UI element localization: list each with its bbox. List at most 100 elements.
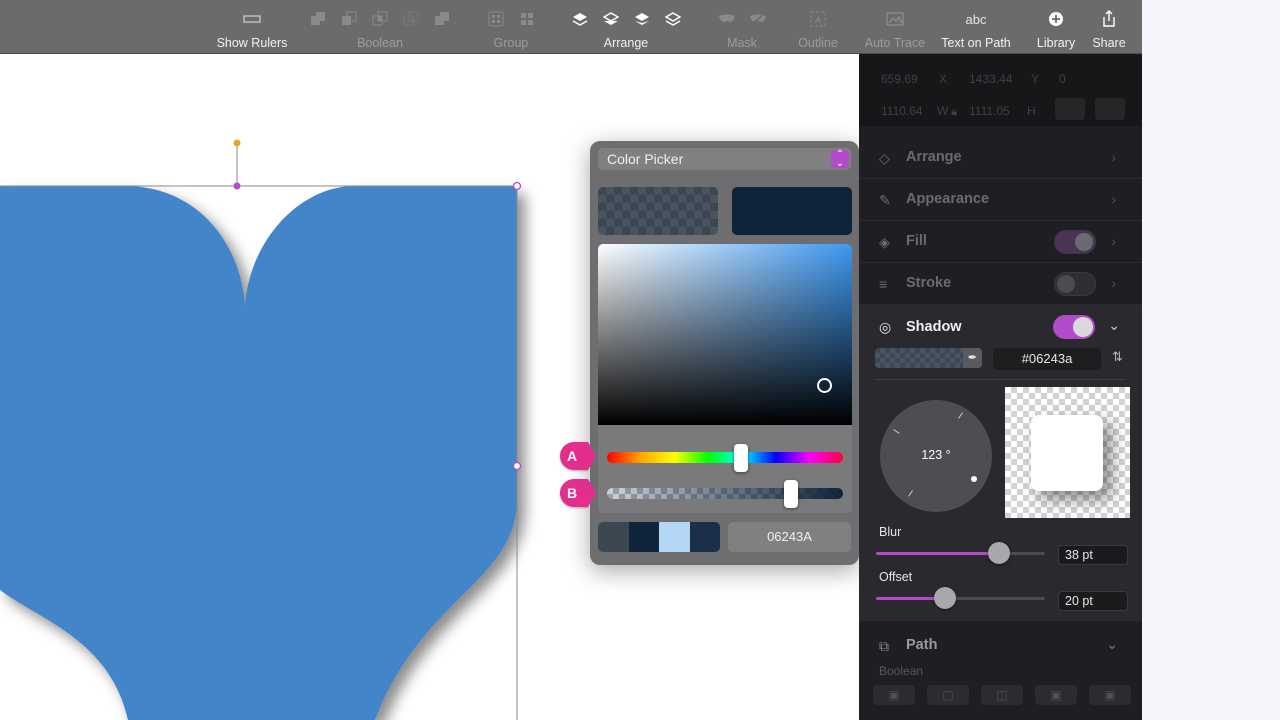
section-path[interactable]: ⧉ Path ⌄	[859, 628, 1142, 668]
handle-right-mid[interactable]	[512, 461, 522, 471]
text-on-path-icon: abc	[965, 11, 987, 27]
share-button[interactable]: Share	[1088, 0, 1130, 54]
recent-colors	[598, 522, 720, 552]
window-background-strip	[1142, 0, 1280, 720]
eyedropper-icon[interactable]: ✒	[963, 348, 982, 368]
mask-icon[interactable]	[718, 10, 736, 28]
outline-button[interactable]: A Outline	[790, 0, 846, 54]
recent-color-1[interactable]	[598, 522, 629, 552]
section-appearance[interactable]: ✎ Appearance ›	[859, 179, 1142, 221]
lock-icon[interactable]: 🔒︎	[951, 104, 957, 119]
recent-color-2[interactable]	[628, 522, 659, 552]
picker-mode-select[interactable]: Color Picker ⌃ ⌄	[598, 148, 851, 170]
show-rulers-button[interactable]: Show Rulers	[212, 0, 292, 54]
diamond-icon: ◇	[879, 150, 890, 166]
saturation-brightness-area[interactable]	[598, 244, 852, 425]
recent-color-3[interactable]	[659, 522, 690, 552]
union-icon[interactable]	[309, 10, 327, 28]
recent-color-4[interactable]	[689, 522, 720, 552]
boolean-group: Boolean	[300, 0, 460, 54]
outline-label: Outline	[798, 36, 838, 50]
w-value[interactable]: 1110.64	[881, 104, 923, 118]
color-picker-popover: Color Picker ⌃ ⌄ 06243A	[590, 141, 859, 565]
fill-toggle[interactable]	[1054, 230, 1096, 254]
slider-callout-b: B	[560, 479, 596, 507]
exclude-icon[interactable]	[402, 10, 420, 28]
path-divide-button[interactable]: ▣	[1089, 685, 1131, 705]
auto-trace-icon	[886, 10, 904, 28]
blur-slider-thumb[interactable]	[988, 542, 1011, 564]
text-on-path-button[interactable]: abc Text on Path	[936, 0, 1016, 54]
shadow-section: ◎ Shadow ⌄ ✒ #06243a ⇅ 123 ° Blur 38 pt …	[859, 305, 1142, 621]
rotation-handle[interactable]	[233, 139, 241, 147]
opacity-slider[interactable]	[607, 488, 843, 499]
library-button[interactable]: Library	[1030, 0, 1082, 54]
angle-dial-knob[interactable]	[971, 476, 977, 482]
boolean-label: Boolean	[357, 36, 403, 50]
offset-slider[interactable]	[876, 587, 1045, 609]
divide-icon[interactable]	[433, 10, 451, 28]
flip-horizontal-icon[interactable]	[1055, 98, 1085, 120]
bring-to-front-icon[interactable]	[571, 10, 589, 28]
path-title: Path	[906, 637, 938, 653]
swap-icon[interactable]: ⇅	[1112, 349, 1123, 365]
offset-field[interactable]: 20 pt	[1058, 591, 1128, 611]
y-label: Y	[1031, 72, 1040, 86]
ungroup-icon[interactable]	[518, 10, 536, 28]
intersect-icon[interactable]	[371, 10, 389, 28]
h-value[interactable]: 1111.05	[969, 104, 1010, 118]
picker-hex-field[interactable]: 06243A	[728, 522, 851, 552]
mask-group: Mask	[706, 0, 778, 54]
blur-field[interactable]: 38 pt	[1058, 545, 1128, 565]
hue-slider[interactable]	[607, 452, 843, 463]
section-stroke[interactable]: ≡ Stroke ›	[859, 263, 1142, 305]
handle-top-right[interactable]	[512, 181, 522, 191]
picker-mode-label: Color Picker	[607, 151, 684, 167]
opacity-slider-thumb[interactable]	[784, 480, 798, 508]
send-to-back-icon[interactable]	[664, 10, 682, 28]
section-fill[interactable]: ◈ Fill ›	[859, 221, 1142, 263]
path-intersect-button[interactable]: ◫	[981, 685, 1023, 705]
offset-slider-thumb[interactable]	[934, 587, 957, 609]
offset-label: Offset	[879, 570, 913, 584]
blue-shape[interactable]	[0, 186, 517, 720]
rotation-value[interactable]: 0	[1059, 72, 1066, 86]
shadow-header[interactable]: ◎ Shadow ⌄	[859, 305, 1142, 349]
shadow-hex-field[interactable]: #06243a	[993, 348, 1101, 370]
bring-forward-icon[interactable]	[602, 10, 620, 28]
auto-trace-button[interactable]: Auto Trace	[860, 0, 930, 54]
send-backward-icon[interactable]	[633, 10, 651, 28]
share-icon	[1100, 10, 1118, 28]
stroke-toggle[interactable]	[1054, 272, 1096, 296]
handle-top-mid[interactable]	[233, 182, 241, 190]
unmask-icon[interactable]	[749, 10, 767, 28]
svg-text:A: A	[815, 15, 821, 25]
hue-slider-thumb[interactable]	[734, 444, 748, 472]
library-label: Library	[1036, 36, 1076, 50]
color-target-handle[interactable]	[817, 378, 832, 393]
chevron-right-icon: ›	[1111, 191, 1116, 207]
path-subtract-button[interactable]: ▢	[927, 685, 969, 705]
path-exclude-button[interactable]: ▣	[1035, 685, 1077, 705]
shadow-toggle[interactable]	[1053, 315, 1095, 339]
subtract-icon[interactable]	[340, 10, 358, 28]
x-value[interactable]: 659.69	[881, 72, 918, 86]
path-icon: ⧉	[879, 638, 889, 654]
shadow-icon: ◎	[879, 319, 892, 335]
y-value[interactable]: 1433.44	[969, 72, 1012, 86]
section-arrange[interactable]: ◇ Arrange ›	[859, 137, 1142, 179]
h-label: H	[1027, 104, 1036, 118]
lines-icon: ≡	[879, 276, 888, 292]
group-icon[interactable]	[487, 10, 505, 28]
blur-label: Blur	[879, 525, 902, 539]
path-boolean-buttons: ▣ ▢ ◫ ▣ ▣	[873, 685, 1131, 705]
appearance-title: Appearance	[906, 191, 990, 207]
chevron-down-icon: ⌄	[1108, 317, 1120, 333]
share-label: Share	[1092, 36, 1126, 50]
previous-color-swatch[interactable]	[598, 187, 718, 235]
flip-vertical-icon[interactable]	[1095, 98, 1125, 120]
chevron-right-icon: ›	[1111, 233, 1116, 249]
angle-dial[interactable]: 123 °	[880, 400, 992, 512]
blur-slider[interactable]	[876, 542, 1045, 564]
path-union-button[interactable]: ▣	[873, 685, 915, 705]
